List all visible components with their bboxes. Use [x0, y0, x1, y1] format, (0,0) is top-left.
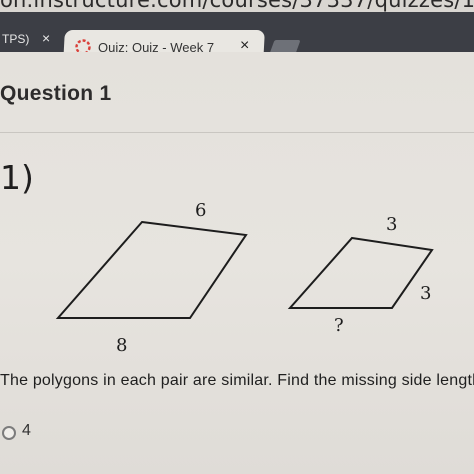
question-instructions: The polygons in each pair are similar. F…	[0, 372, 474, 389]
url-text: on.instructure.com/courses/37337/quizzes…	[0, 0, 474, 12]
similar-polygons-figure: 6 8 3 3 ?	[55, 200, 434, 356]
answer-option-label: 4	[22, 422, 31, 439]
address-bar[interactable]: on.instructure.com/courses/37337/quizzes…	[0, 0, 474, 12]
answer-radio[interactable]	[2, 426, 16, 440]
left-parallelogram	[55, 220, 248, 319]
left-bottom-side-label: 8	[116, 335, 127, 356]
tab-previous-label: TPS)	[2, 32, 30, 46]
left-top-side-label: 6	[195, 200, 206, 221]
question-title: Question 1	[0, 82, 112, 105]
tab-strip: TPS) × Quiz: Quiz - Week 7 ×	[0, 12, 474, 64]
right-parallelogram	[287, 236, 434, 309]
right-bottom-side-label: ?	[334, 315, 344, 336]
right-right-side-label: 3	[420, 283, 431, 304]
tab-previous-close-icon[interactable]: ×	[42, 30, 50, 46]
tab-previous[interactable]: TPS) ×	[0, 26, 66, 52]
quiz-page: Question 1 1) 6 8 3 3 ? The polygons in …	[0, 52, 474, 474]
question-header: Question 1	[0, 72, 474, 133]
right-top-side-label: 3	[386, 214, 397, 235]
